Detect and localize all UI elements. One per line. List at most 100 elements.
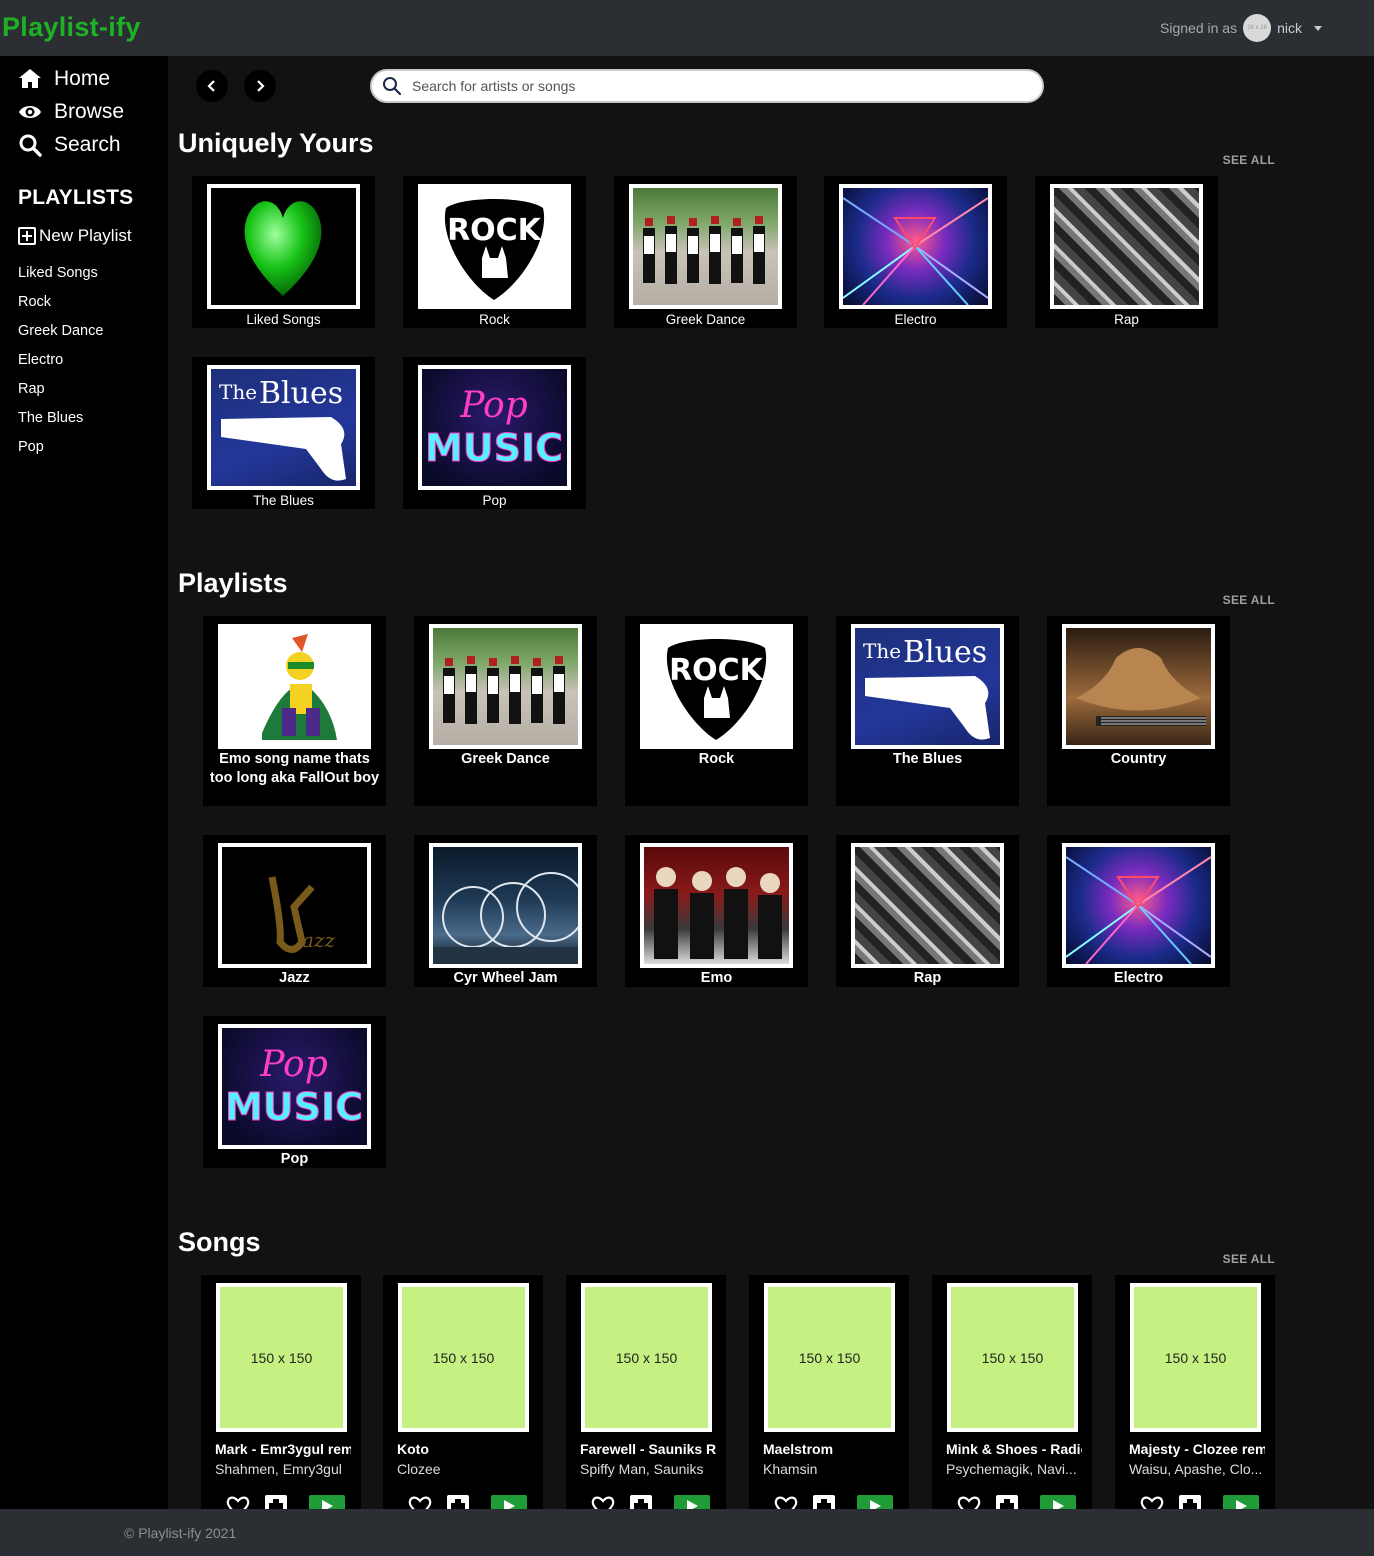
- search-bar[interactable]: [370, 69, 1044, 103]
- play-button[interactable]: [674, 1495, 710, 1509]
- song-art-placeholder: 150 x 150: [581, 1283, 712, 1432]
- nav-home[interactable]: Home: [18, 64, 110, 94]
- card-label: Jazz: [279, 970, 310, 986]
- heart-icon[interactable]: [225, 1495, 251, 1509]
- add-to-playlist-icon[interactable]: [813, 1495, 835, 1509]
- heart-icon[interactable]: [590, 1495, 616, 1509]
- svg-text:MUSIC: MUSIC: [225, 1085, 363, 1129]
- song-title: Mink & Shoes - Radio: [946, 1441, 1082, 1457]
- user-menu[interactable]: Signed in as 26 x 26 nick: [1160, 14, 1322, 42]
- heart-icon[interactable]: [956, 1495, 982, 1509]
- play-button[interactable]: [1040, 1495, 1076, 1509]
- playlist-card-cyr-wheel-jam[interactable]: Cyr Wheel Jam: [414, 835, 597, 987]
- card-label: Greek Dance: [461, 751, 550, 767]
- blues-guitar-art: The Blues: [207, 365, 360, 490]
- add-to-playlist-icon[interactable]: [630, 1495, 652, 1509]
- uniquely-yours-title: Uniquely Yours: [178, 128, 374, 158]
- playlist-card-greek-dance[interactable]: Greek Dance: [414, 616, 597, 806]
- playlist-card-rap[interactable]: Rap: [836, 835, 1019, 987]
- card-label: Cyr Wheel Jam: [453, 970, 558, 986]
- heart-icon[interactable]: [773, 1495, 799, 1509]
- playlist-card-greek-dance[interactable]: Greek Dance: [614, 176, 797, 328]
- username[interactable]: nick: [1277, 20, 1302, 36]
- add-to-playlist-icon[interactable]: [265, 1495, 287, 1509]
- playlist-card-emo[interactable]: Emo: [625, 835, 808, 987]
- new-playlist-button[interactable]: New Playlist: [18, 226, 132, 246]
- playlist-card-electro[interactable]: Electro: [1047, 835, 1230, 987]
- cowboy-hat-art: [1062, 624, 1215, 749]
- playlist-card-country[interactable]: Country: [1047, 616, 1230, 806]
- song-card[interactable]: 150 x 150 Mark - Emr3ygul rem Shahmen, E…: [201, 1275, 361, 1509]
- card-label: The Blues: [892, 751, 963, 767]
- sidebar-item-liked-songs[interactable]: Liked Songs: [18, 263, 103, 292]
- playlist-card-the-blues[interactable]: The Blues The Blues: [192, 357, 375, 509]
- cartoon-character-art: [218, 624, 371, 749]
- song-card[interactable]: 150 x 150 Koto Clozee: [383, 1275, 543, 1509]
- search-input[interactable]: [412, 78, 1012, 94]
- playlist-card-jazz[interactable]: azz Jazz: [203, 835, 386, 987]
- song-card[interactable]: 150 x 150 Farewell - Sauniks Re Spiffy M…: [566, 1275, 726, 1509]
- svg-text:Blues: Blues: [903, 635, 987, 670]
- playlists-title: Playlists: [178, 568, 288, 598]
- song-actions: [407, 1495, 531, 1509]
- songs-see-all-link[interactable]: SEE ALL: [1223, 1252, 1275, 1266]
- song-card[interactable]: 150 x 150 Maelstrom Khamsin: [749, 1275, 909, 1509]
- playlist-card-liked-songs[interactable]: Liked Songs: [192, 176, 375, 328]
- heart-icon[interactable]: [407, 1495, 433, 1509]
- playlist-card-rock[interactable]: ROCK Rock: [403, 176, 586, 328]
- card-label: Rock: [698, 751, 735, 767]
- playlist-card-electro[interactable]: Electro: [824, 176, 1007, 328]
- sidebar-item-the-blues[interactable]: The Blues: [18, 408, 103, 437]
- sidebar-item-greek-dance[interactable]: Greek Dance: [18, 321, 103, 350]
- card-label: Electro: [894, 312, 937, 327]
- song-actions: [1139, 1495, 1263, 1509]
- blues-guitar-art: The Blues: [851, 624, 1004, 749]
- card-label: Greek Dance: [665, 312, 746, 327]
- neon-lights-art: [839, 184, 992, 309]
- add-to-playlist-icon[interactable]: [1179, 1495, 1201, 1509]
- playlists-see-all-link[interactable]: SEE ALL: [1223, 593, 1275, 607]
- play-button[interactable]: [1223, 1495, 1259, 1509]
- sidebar-item-pop[interactable]: Pop: [18, 437, 103, 466]
- brand-logo[interactable]: Playlist-ify: [2, 12, 141, 43]
- sidebar-item-rock[interactable]: Rock: [18, 292, 103, 321]
- footer-copyright: © Playlist-ify 2021: [124, 1525, 237, 1541]
- playlist-card-rap[interactable]: Rap: [1035, 176, 1218, 328]
- neon-lights-art: [1062, 843, 1215, 968]
- back-button[interactable]: [196, 70, 228, 102]
- card-label: Rock: [479, 312, 510, 327]
- main-content: Uniquely Yours SEE ALL Liked Songs ROCK …: [168, 56, 1374, 1509]
- heart-icon[interactable]: [1139, 1495, 1165, 1509]
- top-navbar: Playlist-ify Signed in as 26 x 26 nick: [0, 0, 1374, 56]
- nav-browse[interactable]: Browse: [18, 97, 124, 127]
- uniquely-see-all-link[interactable]: SEE ALL: [1223, 153, 1275, 167]
- play-button[interactable]: [309, 1495, 345, 1509]
- playlist-card-emo-song[interactable]: Emo song name thats too long aka FallOut…: [203, 616, 386, 806]
- song-actions: [590, 1495, 714, 1509]
- forward-button[interactable]: [244, 70, 276, 102]
- song-card[interactable]: 150 x 150 Mink & Shoes - Radio Psychemag…: [932, 1275, 1092, 1509]
- svg-text:azz: azz: [302, 928, 335, 952]
- avatar[interactable]: 26 x 26: [1243, 14, 1272, 42]
- sidebar-item-electro[interactable]: Electro: [18, 350, 103, 379]
- svg-text:Pop: Pop: [259, 1044, 327, 1085]
- song-card[interactable]: 150 x 150 Majesty - Clozee rem Waisu, Ap…: [1115, 1275, 1275, 1509]
- add-to-playlist-icon[interactable]: [447, 1495, 469, 1509]
- playlist-card-rock[interactable]: ROCK Rock: [625, 616, 808, 806]
- song-artists: Khamsin: [763, 1461, 818, 1477]
- playlist-card-pop[interactable]: Pop MUSIC Pop: [203, 1016, 386, 1168]
- playlists-heading: PLAYLISTS: [18, 186, 134, 209]
- song-title: Koto: [397, 1441, 429, 1457]
- playlist-card-pop[interactable]: Pop MUSIC Pop: [403, 357, 586, 509]
- rock-pick-art: ROCK: [640, 624, 793, 749]
- sidebar-item-rap[interactable]: Rap: [18, 379, 103, 408]
- caret-down-icon[interactable]: [1314, 25, 1322, 31]
- play-button[interactable]: [857, 1495, 893, 1509]
- add-to-playlist-icon[interactable]: [996, 1495, 1018, 1509]
- playlist-card-the-blues[interactable]: The Blues The Blues: [836, 616, 1019, 806]
- play-button[interactable]: [491, 1495, 527, 1509]
- card-label: Emo: [700, 970, 733, 986]
- svg-text:The: The: [863, 639, 901, 663]
- svg-text:ROCK: ROCK: [447, 213, 543, 248]
- nav-search[interactable]: Search: [18, 130, 121, 160]
